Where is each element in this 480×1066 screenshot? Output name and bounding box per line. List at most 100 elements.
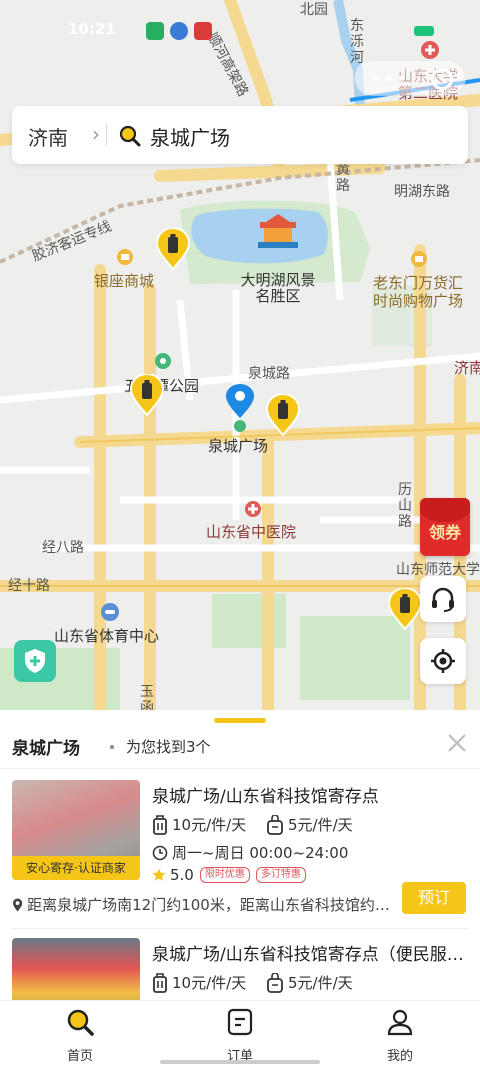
search-icon bbox=[67, 1009, 94, 1036]
large-item-price: 10元/件/天 bbox=[152, 814, 246, 835]
separator-dot bbox=[110, 745, 114, 749]
bottom-tab-bar: 首页 订单 我的 bbox=[0, 1000, 480, 1066]
small-item-price: 5元/件/天 bbox=[266, 972, 353, 993]
results-title: 泉城广场 bbox=[12, 739, 80, 759]
shield-icon bbox=[25, 649, 45, 673]
divider bbox=[12, 928, 468, 929]
rating-value: 5.0 bbox=[170, 866, 194, 884]
map-label: 历山路 bbox=[398, 482, 412, 530]
small-item-price-text: 5元/件/天 bbox=[288, 816, 353, 834]
small-item-price: 5元/件/天 bbox=[266, 814, 353, 835]
opening-hours-text: 周一~周日 00:00~24:00 bbox=[172, 844, 349, 862]
large-item-price-text: 10元/件/天 bbox=[172, 974, 247, 992]
home-indicator[interactable] bbox=[160, 1060, 320, 1064]
chevron-right-icon[interactable]: › bbox=[92, 122, 100, 146]
locker-name: 泉城广场/山东省科技馆寄存点 bbox=[152, 787, 379, 807]
locker-address-text: 距离泉城广场南12门约100米，距离山东省科技馆约100米 bbox=[27, 896, 390, 914]
headset-icon bbox=[432, 587, 454, 612]
locker-address: 距离泉城广场南12门约100米，距离山东省科技馆约100米 bbox=[12, 894, 390, 915]
locker-name: 泉城广场/山东省科技馆寄存点（便民服务点） bbox=[152, 945, 468, 965]
locker-card[interactable]: 泉城广场/山东省科技馆寄存点（便民服务点） 10元/件/天 5元/件/天 bbox=[0, 938, 480, 1000]
status-bar: 10:21 bbox=[0, 0, 480, 40]
app-notification-icon bbox=[170, 22, 188, 40]
map-label: 山东省体育中心 bbox=[54, 627, 160, 645]
promo-tag: 多订特惠 bbox=[255, 867, 306, 883]
map-label: 黄路 bbox=[336, 162, 350, 194]
map-label: 经十路 bbox=[8, 578, 50, 594]
map-label: 山东省中医院 bbox=[206, 523, 297, 541]
results-count: 为您找到3个 bbox=[126, 738, 211, 756]
shop-poi-icon bbox=[411, 251, 427, 267]
locker-photo: 安心寄存·认证商家 bbox=[12, 780, 140, 880]
promo-tag: 限时优惠 bbox=[199, 867, 250, 883]
customer-service-button[interactable] bbox=[420, 576, 466, 622]
locker-pin-icon[interactable] bbox=[388, 588, 422, 630]
order-icon bbox=[227, 1008, 253, 1036]
profile-icon bbox=[387, 1009, 413, 1036]
suitcase-icon bbox=[153, 814, 167, 835]
divider bbox=[0, 768, 480, 769]
locker-card[interactable]: 安心寄存·认证商家 泉城广场/山东省科技馆寄存点 10元/件/天 5元/件/天 … bbox=[0, 780, 480, 930]
map-label: 明湖东路 bbox=[394, 184, 450, 200]
app-notification-icon bbox=[146, 22, 164, 40]
more-icon[interactable]: ••• bbox=[371, 69, 409, 90]
notification-icons bbox=[146, 22, 212, 40]
results-sheet[interactable]: 泉城广场 为您找到3个 安心寄存·认证商家 泉城广场/山东省科技馆寄存点 10元… bbox=[0, 710, 480, 1000]
rating: 5.0 限时优惠 多订特惠 bbox=[152, 866, 306, 884]
battery-icon bbox=[414, 26, 434, 36]
star-icon bbox=[152, 868, 166, 881]
results-header: 泉城广场 为您找到3个 bbox=[12, 732, 468, 759]
tab-profile-label: 我的 bbox=[386, 1049, 413, 1064]
tab-home-label: 首页 bbox=[66, 1049, 93, 1064]
coupon-button[interactable]: 领券 bbox=[420, 498, 470, 556]
backpack-icon bbox=[267, 972, 283, 993]
app-notification-icon bbox=[194, 22, 212, 40]
tab-orders[interactable]: 订单 bbox=[200, 1007, 280, 1064]
drag-handle[interactable] bbox=[214, 718, 266, 723]
locker-photo bbox=[12, 938, 140, 1000]
hospital-poi-icon bbox=[421, 41, 439, 59]
status-time: 10:21 bbox=[68, 20, 116, 38]
landmark-pavilion-icon bbox=[258, 214, 298, 248]
safety-button[interactable] bbox=[14, 640, 56, 682]
map-label: 济南 bbox=[454, 359, 480, 377]
stadium-poi-icon bbox=[101, 603, 119, 621]
map-label: 玉函 bbox=[140, 684, 154, 712]
opening-hours: 周一~周日 00:00~24:00 bbox=[152, 842, 348, 863]
search-bar[interactable]: 济南 › 泉城广场 bbox=[12, 106, 468, 164]
map-label: 银座商城 bbox=[94, 272, 155, 290]
suitcase-icon bbox=[153, 972, 167, 993]
search-query[interactable]: 泉城广场 bbox=[150, 122, 230, 151]
search-icon bbox=[119, 125, 141, 147]
map-label: 大明湖风景名胜区 bbox=[240, 271, 316, 305]
map-label: 泉城广场 bbox=[208, 437, 269, 455]
tab-home[interactable]: 首页 bbox=[40, 1007, 120, 1064]
locker-pin-icon[interactable] bbox=[156, 228, 190, 270]
tab-profile[interactable]: 我的 bbox=[360, 1007, 440, 1064]
locker-pin-icon[interactable] bbox=[266, 394, 300, 436]
hospital-poi-icon bbox=[245, 501, 261, 517]
map-label: 泉城路 bbox=[248, 366, 290, 382]
close-circle-icon[interactable] bbox=[431, 68, 453, 90]
shop-poi-icon bbox=[117, 249, 133, 265]
location-pin-icon bbox=[226, 384, 254, 432]
large-item-price: 10元/件/天 bbox=[152, 972, 246, 993]
large-item-price-text: 10元/件/天 bbox=[172, 816, 247, 834]
book-button[interactable]: 预订 bbox=[402, 882, 466, 914]
map-label: 经八路 bbox=[42, 540, 84, 556]
locate-me-button[interactable] bbox=[420, 638, 466, 684]
locate-icon bbox=[431, 649, 455, 673]
small-item-price-text: 5元/件/天 bbox=[288, 974, 353, 992]
locker-pin-icon[interactable] bbox=[130, 374, 164, 416]
map-label: 老东门万货汇时尚购物广场 bbox=[372, 274, 463, 310]
location-pin-icon bbox=[12, 898, 23, 911]
certified-badge: 安心寄存·认证商家 bbox=[12, 856, 140, 880]
close-icon[interactable] bbox=[446, 732, 468, 754]
park-poi-icon bbox=[155, 353, 171, 369]
mini-program-capsule[interactable]: ••• bbox=[354, 60, 466, 96]
divider bbox=[106, 124, 107, 146]
clock-icon bbox=[152, 845, 168, 860]
city-selector[interactable]: 济南 bbox=[28, 122, 68, 151]
backpack-icon bbox=[267, 814, 283, 835]
coupon-label: 领券 bbox=[428, 523, 461, 542]
